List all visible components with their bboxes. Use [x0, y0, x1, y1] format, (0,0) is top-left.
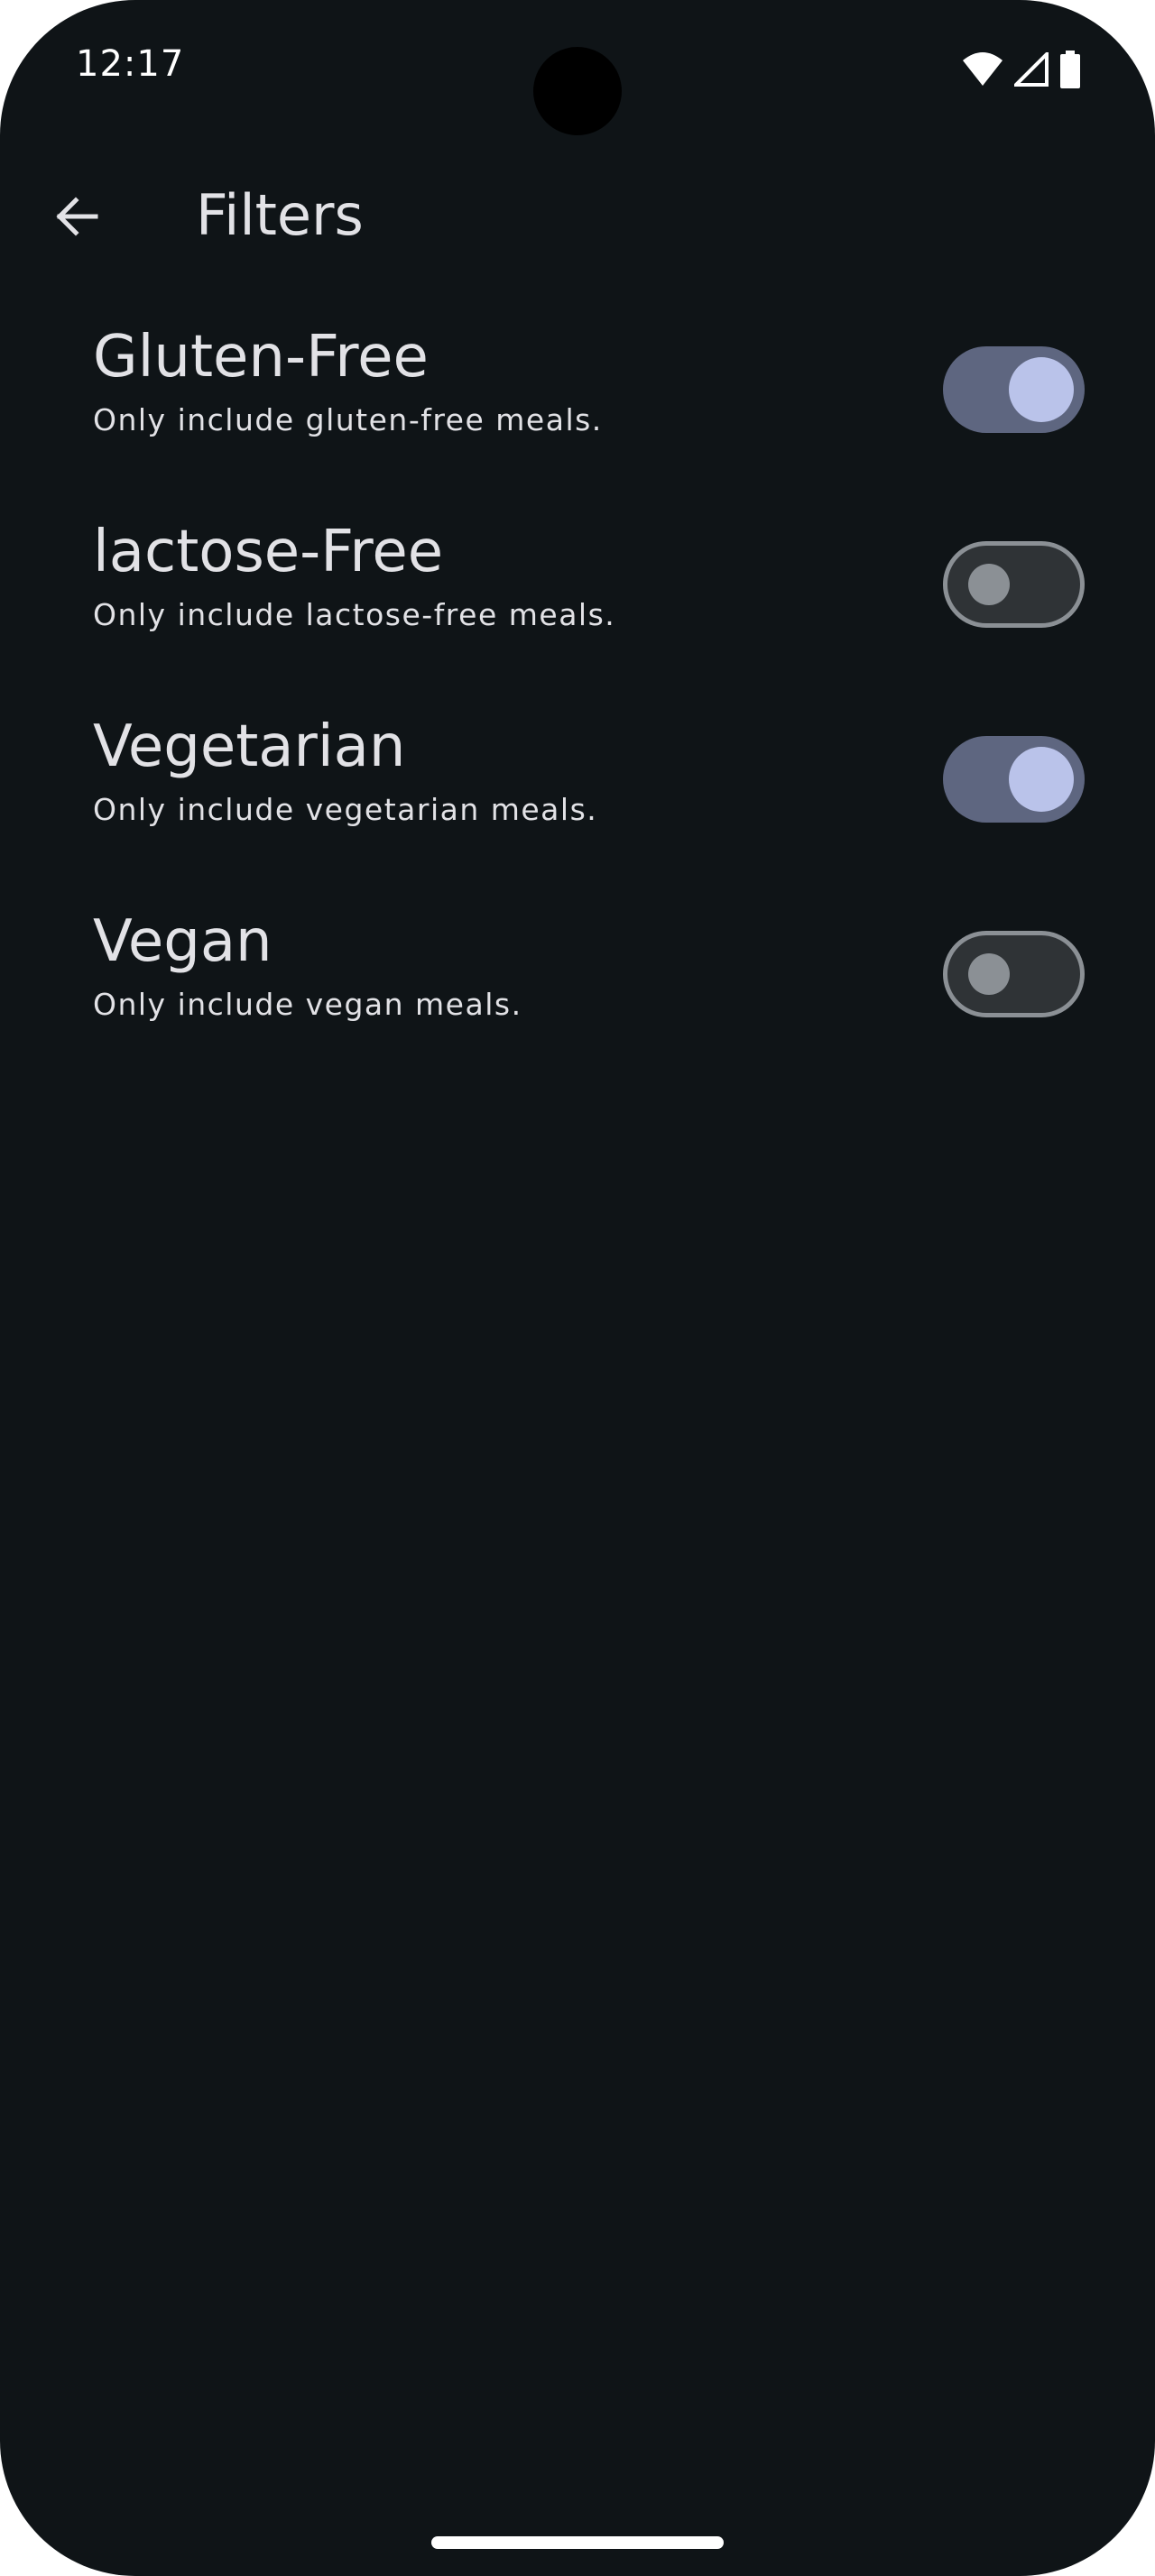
filter-item-gluten-free[interactable]: Gluten-Free Only include gluten-free mea… [0, 307, 1155, 501]
gluten-free-switch[interactable] [943, 346, 1085, 433]
switch-thumb [968, 564, 1010, 605]
filter-title: Gluten-Free [93, 324, 429, 391]
switch-thumb [1009, 747, 1074, 812]
filter-title: Vegetarian [93, 713, 406, 780]
back-button[interactable] [36, 179, 116, 258]
filter-title: lactose-Free [93, 519, 444, 585]
page-title: Filters [196, 182, 364, 248]
battery-icon [1059, 51, 1081, 88]
switch-thumb [1009, 357, 1074, 422]
filter-subtitle: Only include lactose-free meals. [93, 597, 616, 632]
filter-subtitle: Only include vegetarian meals. [93, 792, 598, 827]
filter-item-lactose-free[interactable]: lactose-Free Only include lactose-free m… [0, 501, 1155, 696]
filter-item-vegan[interactable]: Vegan Only include vegan meals. [0, 891, 1155, 1086]
vegan-switch[interactable] [943, 931, 1085, 1017]
front-camera-cutout [533, 47, 622, 135]
arrow-back-icon [51, 191, 101, 245]
filter-subtitle: Only include vegan meals. [93, 987, 522, 1022]
switch-thumb [968, 953, 1010, 995]
filter-title: Vegan [93, 908, 273, 975]
filter-subtitle: Only include gluten-free meals. [93, 402, 603, 437]
wifi-icon [962, 51, 1003, 87]
lactose-free-switch[interactable] [943, 541, 1085, 628]
filter-list: Gluten-Free Only include gluten-free mea… [0, 307, 1155, 1086]
filter-item-vegetarian[interactable]: Vegetarian Only include vegetarian meals… [0, 696, 1155, 891]
filters-screen: 12:17 Filters Gluten-Free Only include g… [0, 0, 1155, 2576]
status-time: 12:17 [76, 43, 185, 85]
home-indicator[interactable] [431, 2536, 724, 2549]
vegetarian-switch[interactable] [943, 736, 1085, 823]
cellular-signal-icon [1014, 52, 1049, 87]
app-bar: Filters [0, 161, 1155, 269]
status-icons [962, 47, 1081, 92]
